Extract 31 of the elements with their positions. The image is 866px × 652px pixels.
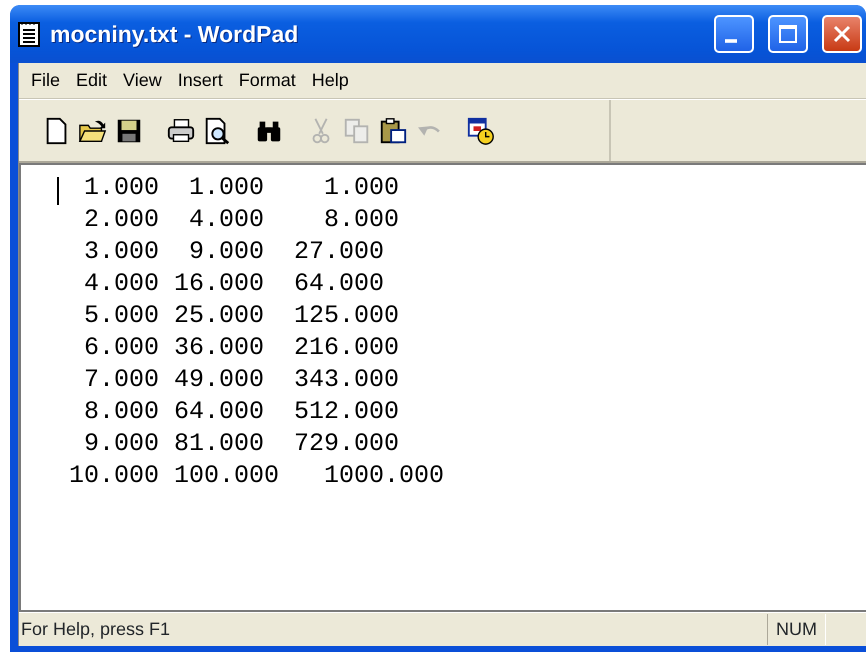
- text-line: 8.000 64.000 512.000: [83, 396, 400, 428]
- close-icon: [832, 24, 852, 44]
- menu-item[interactable]: Help: [306, 67, 355, 94]
- calendar-clock-icon: [466, 116, 496, 146]
- text-cursor: [57, 177, 59, 205]
- text-line: 9.000 81.000 729.000: [83, 428, 400, 460]
- document-area[interactable]: [19, 163, 866, 612]
- menu-item[interactable]: File: [25, 67, 66, 94]
- close-button[interactable]: [822, 15, 862, 53]
- undo-icon: [417, 124, 441, 137]
- minimize-button[interactable]: [714, 15, 754, 53]
- menu-item[interactable]: Format: [232, 67, 302, 94]
- text-line: 1.000 1.000 1.000: [83, 172, 400, 204]
- maximize-button[interactable]: [768, 15, 808, 53]
- text-line: 5.000 25.000 125.000: [83, 300, 400, 332]
- text-line: 3.000 9.000 27.000: [83, 236, 384, 268]
- text-line: 10.000 100.000 1000.000: [69, 460, 444, 492]
- text-line: 7.000 49.000 343.000: [83, 364, 400, 396]
- text-line: 2.000 4.000 8.000: [83, 204, 400, 236]
- clipboard-icon: [378, 116, 408, 146]
- minimize-icon: [725, 39, 737, 43]
- window-title: mocniny.txt - WordPad: [50, 20, 300, 49]
- document-icon: [18, 21, 40, 47]
- maximize-icon: [778, 24, 798, 44]
- status-indicator: NUM: [767, 614, 826, 645]
- status-text: For Help, press F1: [20, 618, 172, 641]
- menu-item[interactable]: View: [117, 67, 168, 94]
- menu-item[interactable]: Edit: [70, 67, 114, 94]
- menu-item[interactable]: Insert: [172, 67, 229, 94]
- text-line: 4.000 16.000 64.000: [83, 268, 384, 300]
- text-line: 6.000 36.000 216.000: [83, 332, 400, 364]
